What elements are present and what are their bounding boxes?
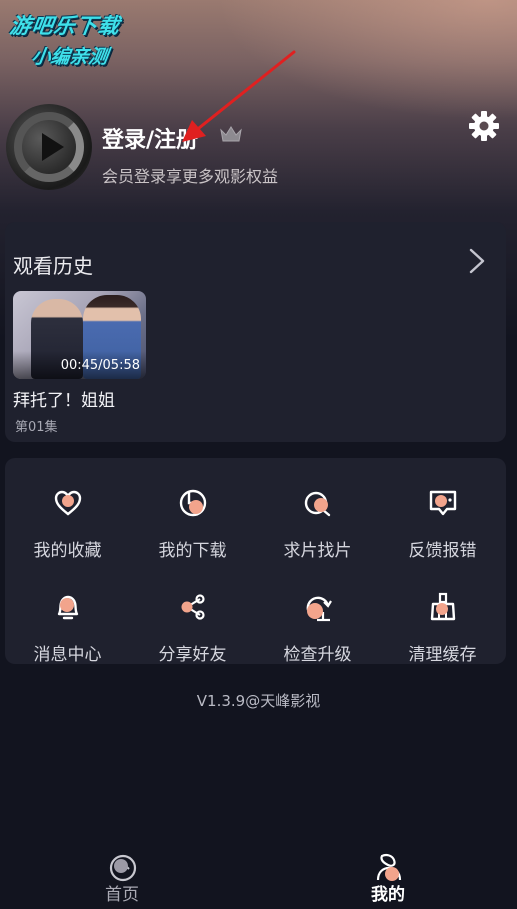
tab-label: 我的 <box>371 885 405 905</box>
menu-item-label: 反馈报错 <box>408 541 477 561</box>
download-icon <box>179 489 207 517</box>
broom-icon <box>430 592 456 621</box>
menu-item-check-update[interactable]: 检查升级 <box>255 580 380 665</box>
bell-icon <box>57 595 79 620</box>
version-label: V1.3.9@天峰影视 <box>196 692 321 710</box>
share-icon <box>181 594 205 620</box>
avatar[interactable] <box>6 104 92 190</box>
user-icon <box>376 853 402 881</box>
search-film-icon <box>304 491 331 517</box>
menu-item-label: 清理缓存 <box>408 645 477 665</box>
tab-label: 首页 <box>105 885 139 905</box>
tab-mine[interactable]: 我的 <box>348 846 428 909</box>
history-thumbnail[interactable]: 00:45/05:58 <box>13 291 146 379</box>
menu-item-messages[interactable]: 消息中心 <box>5 580 130 665</box>
menu-item-clear-cache[interactable]: 清理缓存 <box>380 580 505 665</box>
watermark-logo: 游吧乐下载 小编亲测 <box>4 10 152 69</box>
menu-item-label: 消息中心 <box>33 645 102 665</box>
menu-item-label: 分享好友 <box>158 645 227 665</box>
home-icon <box>109 854 137 882</box>
watermark-line1: 游吧乐下载 <box>8 14 122 38</box>
history-item-title[interactable]: 拜托了！姐姐 <box>13 386 115 411</box>
menu-item-label: 求片找片 <box>283 541 352 561</box>
login-subtitle: 会员登录享更多观影权益 <box>102 167 279 186</box>
history-title: 观看历史 <box>13 254 93 278</box>
login-register-link[interactable]: 登录/注册 <box>102 122 198 154</box>
menu-item-label: 我的下载 <box>158 541 227 561</box>
profile-header: 登录/注册 会员登录享更多观影权益 <box>6 104 511 194</box>
playback-progress: 00:45/05:58 <box>60 358 140 373</box>
feature-grid-card: 我的收藏 我的下载 求片找片 反馈报错 消息中心 分享好友 检查升级 清理缓存 <box>5 458 506 665</box>
menu-item-favorites[interactable]: 我的收藏 <box>5 476 130 561</box>
menu-item-label: 我的收藏 <box>33 541 102 561</box>
heart-icon <box>54 490 82 516</box>
gear-icon[interactable] <box>468 110 500 142</box>
chevron-right-icon[interactable] <box>467 248 487 274</box>
menu-item-label: 检查升级 <box>283 645 352 665</box>
history-item-episode: 第01集 <box>15 420 58 435</box>
menu-item-downloads[interactable]: 我的下载 <box>130 476 255 561</box>
tab-home[interactable]: 首页 <box>82 846 162 909</box>
watermark-line2: 小编亲测 <box>29 46 110 68</box>
menu-item-feedback[interactable]: 反馈报错 <box>380 476 505 561</box>
upgrade-icon <box>306 596 332 622</box>
play-icon <box>42 133 64 161</box>
bottom-tab-bar: 首页 我的 <box>0 846 517 909</box>
feedback-icon <box>429 490 457 516</box>
menu-item-request-film[interactable]: 求片找片 <box>255 476 380 561</box>
crown-icon <box>220 126 242 142</box>
menu-item-share[interactable]: 分享好友 <box>130 580 255 665</box>
watch-history-card: 观看历史 00:45/05:58 拜托了！姐姐 第01集 <box>5 222 506 442</box>
